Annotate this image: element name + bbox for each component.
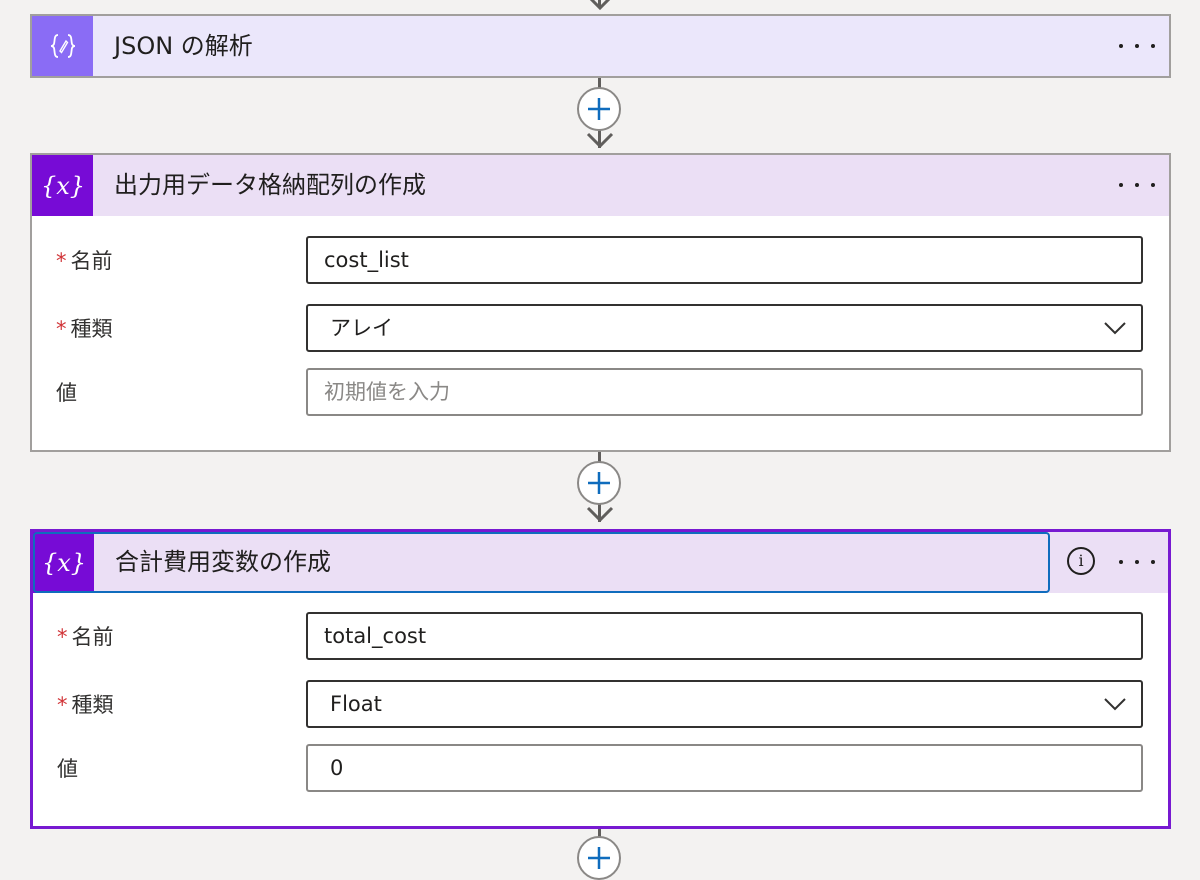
name-label: * 名前 xyxy=(56,249,113,273)
info-icon[interactable]: i xyxy=(1067,547,1095,575)
variable-type-dropdown[interactable]: アレイ xyxy=(306,304,1143,352)
action-header[interactable]: JSON の解析 xyxy=(32,16,1169,76)
initialize-array-variable-card[interactable]: {x} 出力用データ格納配列の作成 * 名前 cost_list * 種類 アレイ … xyxy=(30,153,1171,452)
svg-text:{x}: {x} xyxy=(41,549,85,577)
type-label: * 種類 xyxy=(57,693,114,717)
action-header[interactable]: {x} 出力用データ格納配列の作成 xyxy=(32,155,1169,216)
arrow-down-icon xyxy=(586,132,614,149)
type-label: * 種類 xyxy=(56,317,113,341)
chevron-down-icon xyxy=(1104,322,1126,335)
more-options-icon[interactable] xyxy=(1119,32,1155,60)
initialize-float-variable-card[interactable]: {x} 合計費用変数の作成 i * 名前 total_cost * 種類 Float… xyxy=(30,529,1171,829)
variable-name-input[interactable]: cost_list xyxy=(306,236,1143,284)
plus-icon xyxy=(588,472,610,494)
variable-name-input[interactable]: total_cost xyxy=(306,612,1143,660)
more-options-icon[interactable] xyxy=(1119,548,1155,576)
variable-value-input[interactable]: 0 xyxy=(306,744,1143,792)
chevron-down-icon xyxy=(1104,698,1126,711)
svg-text:{x}: {x} xyxy=(40,172,84,200)
action-title: 合計費用変数の作成 xyxy=(115,548,331,576)
variable-value-input[interactable]: 初期値を入力 xyxy=(306,368,1143,416)
required-marker: * xyxy=(56,317,67,341)
variable-icon: {x} xyxy=(32,155,93,216)
arrow-down-icon xyxy=(586,506,614,523)
required-marker: * xyxy=(57,625,68,649)
action-title: JSON の解析 xyxy=(114,32,253,60)
type-selected-value: Float xyxy=(330,692,382,716)
required-marker: * xyxy=(56,249,67,273)
action-header[interactable]: {x} 合計費用変数の作成 i xyxy=(33,532,1168,593)
plus-icon xyxy=(588,98,610,120)
variable-type-dropdown[interactable]: Float xyxy=(306,680,1143,728)
value-label: 値 xyxy=(56,381,77,405)
required-marker: * xyxy=(57,693,68,717)
variable-icon: {x} xyxy=(33,532,94,593)
parse-json-icon xyxy=(32,16,93,76)
value-label: 値 xyxy=(57,757,78,781)
type-selected-value: アレイ xyxy=(330,316,393,340)
action-title: 出力用データ格納配列の作成 xyxy=(114,171,426,199)
add-step-button[interactable] xyxy=(577,461,621,505)
more-options-icon[interactable] xyxy=(1119,171,1155,199)
add-step-button[interactable] xyxy=(577,836,621,880)
parse-json-action-card[interactable]: JSON の解析 xyxy=(30,14,1171,78)
arrow-down-icon xyxy=(589,0,611,11)
name-label: * 名前 xyxy=(57,625,114,649)
add-step-button[interactable] xyxy=(577,87,621,131)
plus-icon xyxy=(588,847,610,869)
